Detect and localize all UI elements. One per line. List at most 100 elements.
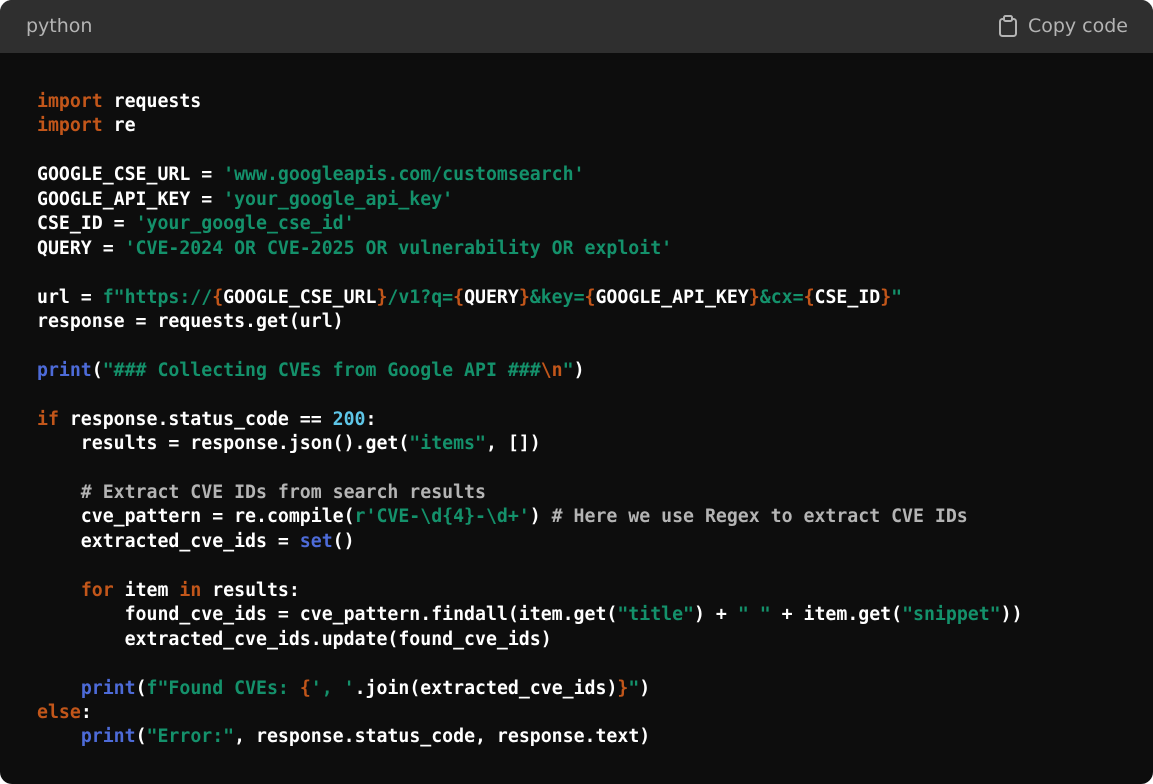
code-token: "title": [617, 604, 694, 626]
code-token: r'CVE-\d{4}-\d+': [354, 506, 530, 528]
code-token: (: [135, 677, 147, 699]
code-token: ": [891, 286, 903, 308]
code-token: ): [529, 506, 552, 528]
code-token: extracted_cve_ids.update(found_cve_ids): [37, 628, 552, 650]
code-token: CSE_ID =: [37, 213, 136, 235]
code-token: 'your_google_cse_id': [135, 213, 355, 235]
code-line: for item in results:: [37, 579, 1023, 603]
code-token: for: [80, 579, 114, 601]
code-token: &cx=: [759, 286, 804, 308]
code-token: import: [37, 91, 103, 112]
code-token: import: [37, 115, 103, 137]
code-token: {: [584, 286, 596, 308]
copy-code-button[interactable]: Copy code: [998, 15, 1128, 37]
code-token: .join(extracted_cve_ids): [354, 677, 618, 699]
code-token: (): [332, 530, 355, 552]
code-token: "### Collecting CVEs from Google API ###: [102, 359, 541, 381]
code-line: print("Error:", response.status_code, re…: [37, 725, 1023, 749]
code-token: {: [212, 286, 224, 308]
code-token: ": [628, 677, 640, 699]
code-token: }: [518, 286, 530, 308]
code-token: url =: [37, 286, 103, 308]
code-token: \n: [540, 359, 563, 381]
code-token: )): [1000, 604, 1023, 626]
code-token: }: [376, 286, 388, 308]
code-content: import requests import re GOOGLE_CSE_URL …: [37, 90, 1023, 750]
code-line: response = requests.get(url): [37, 310, 1023, 334]
code-token: ): [639, 677, 651, 699]
code-token: {: [803, 286, 815, 308]
code-token: extracted_cve_ids =: [37, 530, 300, 552]
code-token: f"https://: [102, 286, 213, 308]
code-token: results:: [201, 579, 300, 601]
code-line: # Extract CVE IDs from search results: [37, 481, 1023, 505]
code-line: extracted_cve_ids.update(found_cve_ids): [37, 628, 1023, 652]
code-line: CSE_ID = 'your_google_cse_id': [37, 212, 1023, 236]
code-token: 'www.googleapis.com/customsearch': [223, 164, 585, 186]
code-token: set: [299, 530, 333, 552]
code-token: re: [102, 115, 136, 137]
code-line: GOOGLE_CSE_URL = 'www.googleapis.com/cus…: [37, 163, 1023, 187]
code-token: GOOGLE_CSE_URL: [223, 286, 377, 308]
code-line: if response.status_code == 200:: [37, 408, 1023, 432]
code-token: :: [80, 701, 92, 723]
code-line: results = response.json().get("items", […: [37, 432, 1023, 456]
code-token: }: [617, 677, 629, 699]
code-token: ": [562, 359, 574, 381]
code-token: in: [179, 579, 202, 601]
code-token: response.status_code ==: [58, 408, 333, 430]
code-token: "snippet": [902, 604, 1001, 626]
code-token: requests: [102, 91, 202, 112]
code-token: ) +: [694, 604, 738, 626]
code-token: GOOGLE_API_KEY =: [37, 188, 224, 210]
code-token: print: [80, 677, 136, 699]
code-line: QUERY = 'CVE-2024 OR CVE-2025 OR vulnera…: [37, 237, 1023, 261]
clipboard-icon: [998, 15, 1018, 37]
copy-code-label: Copy code: [1027, 15, 1128, 37]
code-token: cve_pattern = re.compile(: [37, 506, 355, 528]
code-block: python Copy code import requests import r…: [0, 0, 1153, 784]
code-token: results = response.json().get(: [37, 433, 410, 455]
code-token: 'your_google_api_key': [223, 188, 454, 210]
code-token: "Error:": [146, 726, 235, 748]
code-token: print: [37, 359, 92, 381]
code-token: QUERY: [464, 286, 519, 308]
code-token: print: [80, 726, 136, 748]
code-line: cve_pattern = re.compile(r'CVE-\d{4}-\d+…: [37, 505, 1023, 529]
code-token: }: [880, 286, 892, 308]
code-token: /v1?q=: [387, 286, 454, 308]
code-token: found_cve_ids = cve_pattern.findall(item…: [37, 604, 618, 626]
code-token: ): [573, 359, 585, 381]
code-token: {: [299, 677, 311, 699]
code-token: + item.get(: [770, 604, 903, 626]
code-token: {: [453, 286, 465, 308]
code-line: print("### Collecting CVEs from Google A…: [37, 359, 1023, 383]
code-token: response = requests.get(url): [37, 310, 344, 332]
code-token: QUERY =: [37, 237, 125, 259]
code-token: GOOGLE_CSE_URL =: [37, 164, 224, 186]
code-token: :: [365, 408, 377, 430]
code-token: ', ': [310, 677, 355, 699]
code-token: , []): [485, 433, 541, 455]
code-token: (: [135, 726, 147, 748]
code-token: GOOGLE_API_KEY: [595, 286, 749, 308]
code-token: }: [748, 286, 760, 308]
language-label: python: [26, 15, 93, 37]
code-token: # Here we use Regex to extract CVE IDs: [551, 506, 968, 528]
code-token: if: [37, 408, 59, 430]
code-token: "items": [409, 433, 486, 455]
code-token: # Extract CVE IDs from search results: [37, 482, 486, 503]
code-token: , response.status_code, response.text): [234, 726, 651, 748]
code-token: 'CVE-2024 OR CVE-2025 OR vulnerability O…: [124, 237, 673, 259]
code-line: url = f"https://{GOOGLE_CSE_URL}/v1?q={Q…: [37, 286, 1023, 310]
